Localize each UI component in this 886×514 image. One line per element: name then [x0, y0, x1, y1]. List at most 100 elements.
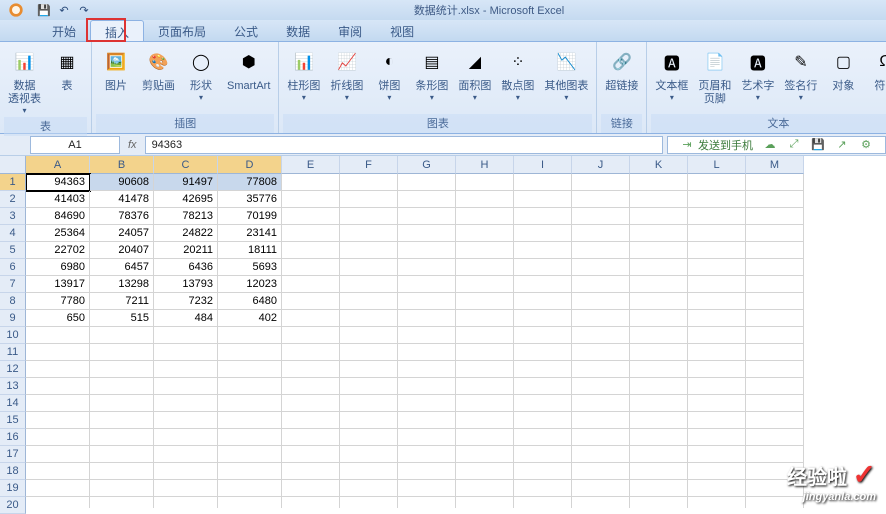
row-header[interactable]: 16 — [0, 429, 26, 446]
cell[interactable] — [630, 174, 688, 191]
cell[interactable] — [572, 463, 630, 480]
cell[interactable] — [688, 225, 746, 242]
column-header[interactable]: L — [688, 156, 746, 174]
cell[interactable] — [456, 225, 514, 242]
cell[interactable] — [456, 412, 514, 429]
cell[interactable] — [154, 480, 218, 497]
cell[interactable] — [154, 344, 218, 361]
cell[interactable]: 24822 — [154, 225, 218, 242]
column-header[interactable]: F — [340, 156, 398, 174]
cell[interactable] — [572, 344, 630, 361]
cell[interactable] — [398, 208, 456, 225]
cell[interactable] — [630, 310, 688, 327]
cell[interactable]: 7211 — [90, 293, 154, 310]
cell[interactable] — [456, 242, 514, 259]
cell[interactable] — [688, 412, 746, 429]
cell[interactable] — [340, 174, 398, 191]
cell[interactable] — [688, 293, 746, 310]
cell[interactable]: 20211 — [154, 242, 218, 259]
cell[interactable] — [630, 225, 688, 242]
cell[interactable] — [90, 327, 154, 344]
cell[interactable] — [340, 191, 398, 208]
cell[interactable] — [398, 344, 456, 361]
cell[interactable] — [688, 276, 746, 293]
cell[interactable] — [26, 395, 90, 412]
row-header[interactable]: 20 — [0, 497, 26, 514]
column-header[interactable]: M — [746, 156, 804, 174]
row-header[interactable]: 6 — [0, 259, 26, 276]
wordart-button[interactable]: 🅰艺术字▾ — [737, 44, 778, 104]
cell[interactable] — [456, 276, 514, 293]
cell[interactable] — [456, 395, 514, 412]
cell[interactable] — [26, 327, 90, 344]
cell[interactable] — [456, 310, 514, 327]
headerfooter-button[interactable]: 📄页眉和 页脚 — [694, 44, 735, 108]
cell[interactable] — [630, 293, 688, 310]
cell[interactable] — [514, 446, 572, 463]
column-header[interactable]: B — [90, 156, 154, 174]
cell[interactable]: 42695 — [154, 191, 218, 208]
name-box[interactable]: A1 — [30, 136, 120, 154]
cell[interactable] — [572, 310, 630, 327]
cell[interactable] — [218, 497, 282, 508]
cell[interactable]: 78213 — [154, 208, 218, 225]
cell[interactable] — [340, 412, 398, 429]
cell[interactable] — [340, 395, 398, 412]
cell[interactable] — [90, 361, 154, 378]
column-header[interactable]: J — [572, 156, 630, 174]
cell[interactable] — [688, 191, 746, 208]
cell[interactable] — [572, 497, 630, 508]
cell[interactable] — [746, 429, 804, 446]
cell[interactable] — [154, 361, 218, 378]
tab-layout[interactable]: 页面布局 — [144, 20, 220, 41]
cell[interactable] — [340, 463, 398, 480]
cell[interactable] — [630, 463, 688, 480]
cell[interactable] — [26, 412, 90, 429]
cell[interactable] — [398, 310, 456, 327]
tab-review[interactable]: 审阅 — [324, 20, 376, 41]
cell[interactable] — [90, 463, 154, 480]
cell[interactable] — [746, 310, 804, 327]
cell[interactable]: 84690 — [26, 208, 90, 225]
cell[interactable] — [154, 446, 218, 463]
office-button[interactable] — [0, 0, 32, 20]
cell[interactable] — [630, 412, 688, 429]
cell[interactable] — [746, 225, 804, 242]
picture-button[interactable]: 🖼️图片 — [96, 44, 136, 95]
cell[interactable] — [218, 361, 282, 378]
cell[interactable] — [398, 412, 456, 429]
cell[interactable]: 41403 — [26, 191, 90, 208]
cell[interactable] — [90, 412, 154, 429]
row-header[interactable]: 1 — [0, 174, 26, 191]
cell[interactable] — [154, 497, 218, 508]
save-icon[interactable]: 💾 — [811, 138, 825, 152]
cell[interactable] — [340, 480, 398, 497]
cell[interactable]: 650 — [26, 310, 90, 327]
cell[interactable] — [688, 327, 746, 344]
cell[interactable] — [572, 242, 630, 259]
send-to-phone-button[interactable]: ⇥发送到手机 — [680, 137, 753, 153]
symbol-button[interactable]: Ω符号 — [865, 44, 886, 95]
cell[interactable] — [218, 463, 282, 480]
select-all-corner[interactable] — [0, 156, 26, 174]
cell[interactable] — [218, 480, 282, 497]
cell[interactable] — [218, 378, 282, 395]
cell[interactable] — [630, 327, 688, 344]
cell[interactable] — [514, 327, 572, 344]
cell[interactable] — [514, 463, 572, 480]
cell[interactable] — [572, 480, 630, 497]
cell[interactable] — [218, 446, 282, 463]
cell[interactable] — [26, 378, 90, 395]
cell[interactable] — [514, 480, 572, 497]
cell[interactable] — [282, 463, 340, 480]
cell[interactable] — [340, 242, 398, 259]
cell[interactable] — [572, 378, 630, 395]
cell[interactable] — [340, 361, 398, 378]
object-button[interactable]: ▢对象 — [823, 44, 863, 95]
row-header[interactable]: 7 — [0, 276, 26, 293]
expand-icon[interactable]: ⤢ — [787, 138, 801, 152]
cell[interactable] — [456, 378, 514, 395]
cell[interactable]: 91497 — [154, 174, 218, 191]
cell[interactable] — [26, 361, 90, 378]
column-header[interactable]: K — [630, 156, 688, 174]
